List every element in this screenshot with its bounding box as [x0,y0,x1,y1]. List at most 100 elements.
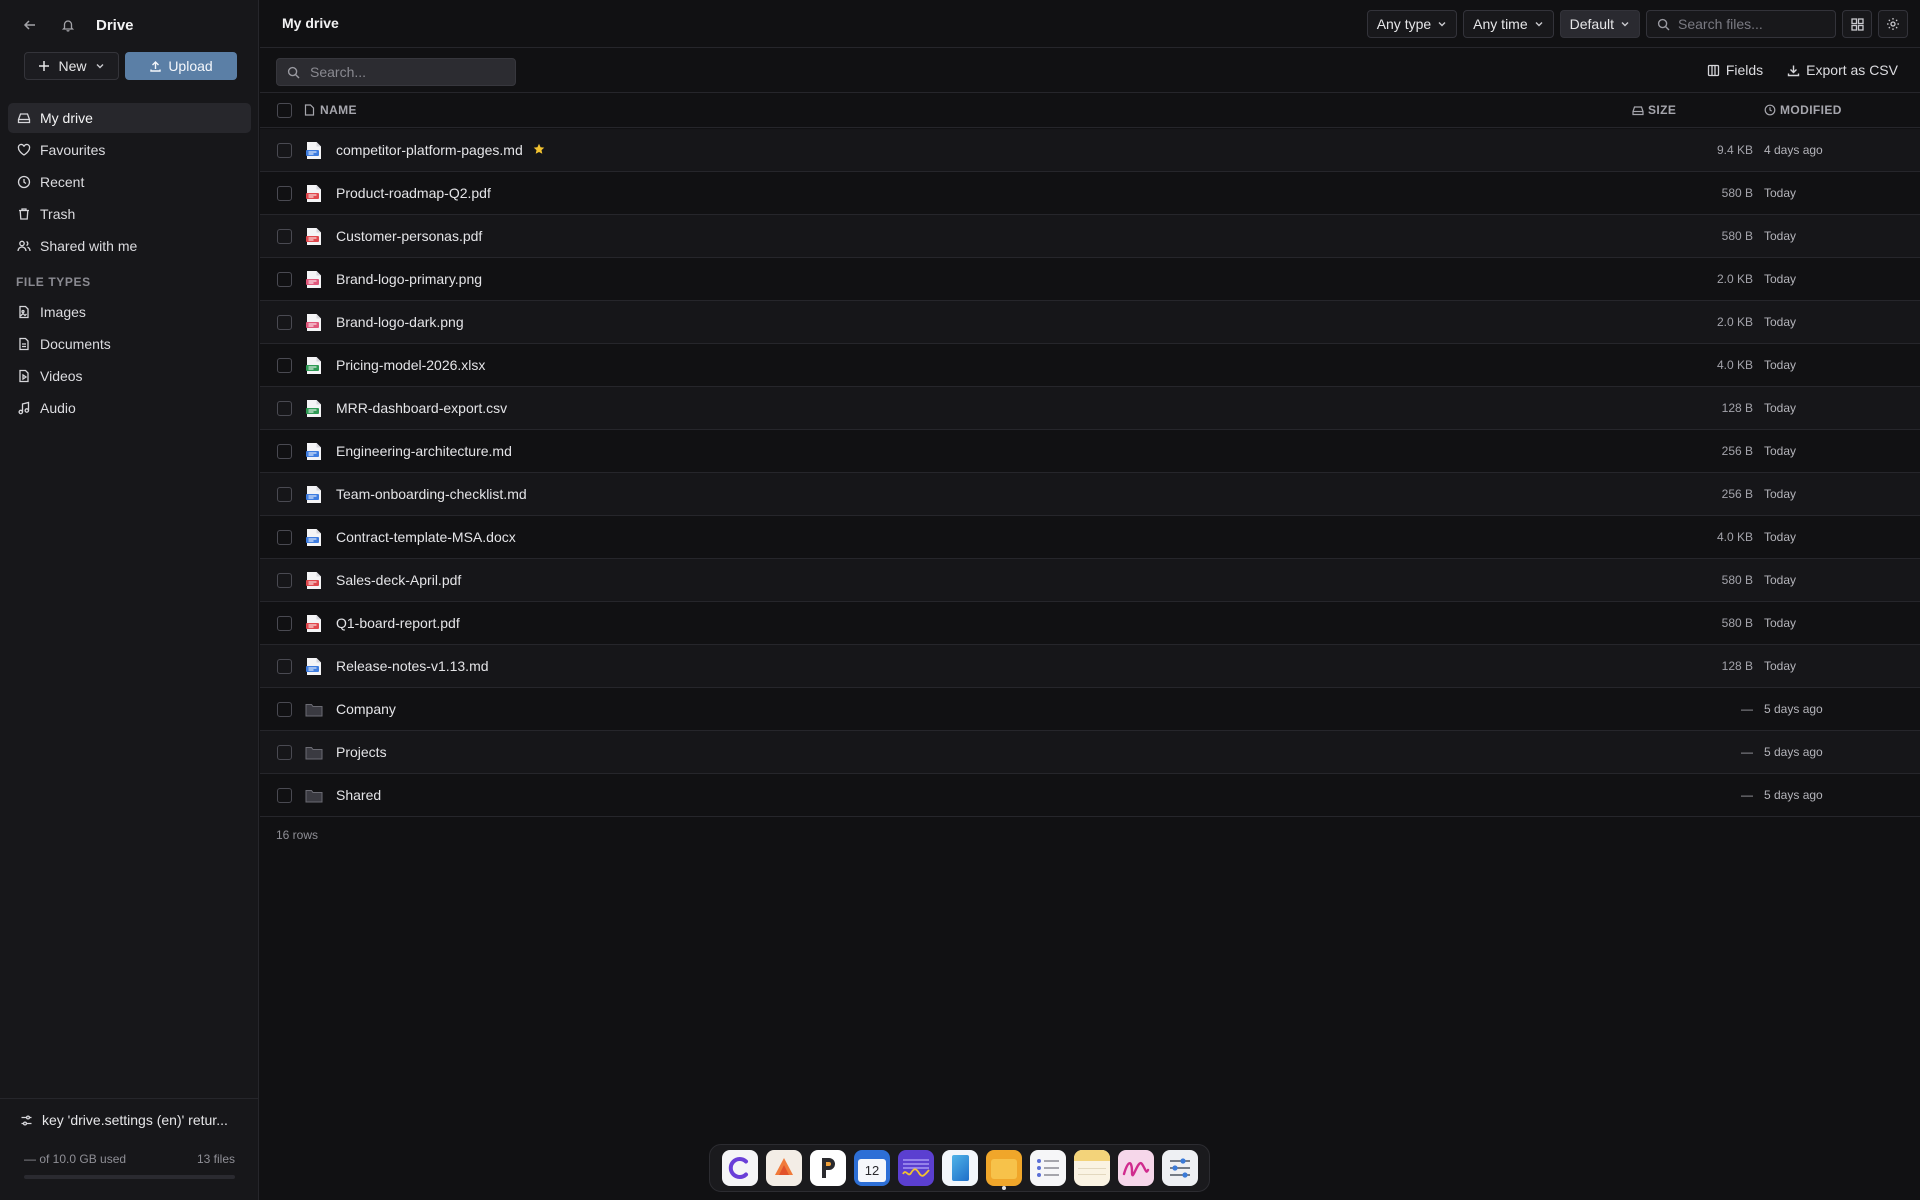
shapes-app-icon[interactable] [766,1150,802,1186]
file-name[interactable]: Team-onboarding-checklist.md [336,486,527,502]
file-name[interactable]: Product-roadmap-Q2.pdf [336,185,491,201]
music-icon [18,401,30,415]
settings-warning[interactable]: key 'drive.settings (en)' retur... [20,1112,245,1128]
column-header-name[interactable]: NAME [304,103,357,117]
row-checkbox[interactable] [277,444,292,459]
file-name[interactable]: Shared [336,787,381,803]
sidebar-item-recent[interactable]: Recent [8,167,251,197]
file-name[interactable]: Pricing-model-2026.xlsx [336,357,485,373]
table-row[interactable]: competitor-platform-pages.md 9.4 KB 4 days… [260,129,1920,172]
sidebar-item-documents[interactable]: Documents [8,329,251,359]
scribble-app-icon[interactable] [1118,1150,1154,1186]
list-app-icon[interactable] [1030,1150,1066,1186]
file-size: — [1741,788,1753,802]
file-name[interactable]: Engineering-architecture.md [336,443,512,459]
grid-view-button[interactable] [1842,10,1872,38]
row-checkbox[interactable] [277,487,292,502]
table-row[interactable]: Product-roadmap-Q2.pdf 580 B Today [260,172,1920,215]
fields-button[interactable]: Fields [1707,62,1763,78]
image-icon [19,305,29,319]
row-checkbox[interactable] [277,186,292,201]
time-filter-dropdown[interactable]: Any time [1463,10,1554,38]
notes-app-icon[interactable] [1074,1150,1110,1186]
c-app-icon[interactable] [722,1150,758,1186]
row-checkbox[interactable] [277,229,292,244]
table-row[interactable]: Release-notes-v1.13.md 128 B Today [260,645,1920,688]
settings-button[interactable] [1878,10,1908,38]
row-checkbox[interactable] [277,788,292,803]
table-row[interactable]: Shared — 5 days ago [260,774,1920,817]
row-count: 16 rows [276,828,319,842]
table-row[interactable]: Brand-logo-dark.png 2.0 KB Today [260,301,1920,344]
folder-app-icon[interactable] [986,1150,1022,1186]
row-checkbox[interactable] [277,659,292,674]
row-checkbox[interactable] [277,315,292,330]
sidebar-item-my-drive[interactable]: My drive [8,103,251,133]
file-name-text: Contract-template-MSA.docx [336,529,516,545]
book-app-icon[interactable] [942,1150,978,1186]
column-header-modified[interactable]: MODIFIED [1764,103,1842,117]
table-row[interactable]: Team-onboarding-checklist.md 256 B Today [260,473,1920,516]
select-all-checkbox[interactable] [277,103,292,118]
calendar-app-icon[interactable]: 12 [854,1150,890,1186]
row-checkbox[interactable] [277,573,292,588]
table-row[interactable]: Brand-logo-primary.png 2.0 KB Today [260,258,1920,301]
file-modified: Today [1764,444,1797,458]
file-name[interactable]: Projects [336,744,387,760]
clock-icon [17,175,31,189]
waveform-app-icon[interactable] [898,1150,934,1186]
file-name[interactable]: MRR-dashboard-export.csv [336,400,507,416]
back-arrow-icon[interactable] [20,15,40,35]
file-name[interactable]: competitor-platform-pages.md [336,142,545,158]
bell-icon[interactable] [58,15,78,35]
file-name[interactable]: Customer-personas.pdf [336,228,482,244]
table-row[interactable]: Company — 5 days ago [260,688,1920,731]
sidebar-item-favourites[interactable]: Favourites [8,135,251,165]
sidebar-item-audio[interactable]: Audio [8,393,251,423]
file-search-input[interactable]: Search files... [1646,10,1836,38]
row-checkbox[interactable] [277,401,292,416]
row-checkbox[interactable] [277,530,292,545]
export-csv-button[interactable]: Export as CSV [1787,62,1898,78]
table-row[interactable]: Engineering-architecture.md 256 B Today [260,430,1920,473]
file-name[interactable]: Release-notes-v1.13.md [336,658,489,674]
row-checkbox[interactable] [277,358,292,373]
file-name[interactable]: Company [336,701,396,717]
sidebar-item-shared-with-me[interactable]: Shared with me [8,231,251,261]
settings-app-icon[interactable] [1162,1150,1198,1186]
table-row[interactable]: Pricing-model-2026.xlsx 4.0 KB Today [260,344,1920,387]
sidebar-item-label: Trash [40,206,76,222]
sidebar-item-trash[interactable]: Trash [8,199,251,229]
upload-button[interactable]: Upload [125,52,237,80]
sidebar-item-videos[interactable]: Videos [8,361,251,391]
sidebar-item-images[interactable]: Images [8,297,251,327]
table-row[interactable]: MRR-dashboard-export.csv 128 B Today [260,387,1920,430]
heart-icon [17,143,31,156]
file-name-text: Engineering-architecture.md [336,443,512,459]
file-name[interactable]: Brand-logo-primary.png [336,271,482,287]
row-checkbox[interactable] [277,616,292,631]
p-app-icon[interactable] [810,1150,846,1186]
file-name[interactable]: Contract-template-MSA.docx [336,529,516,545]
file-name[interactable]: Sales-deck-April.pdf [336,572,461,588]
row-checkbox[interactable] [277,272,292,287]
file-name[interactable]: Brand-logo-dark.png [336,314,464,330]
table-row[interactable]: Customer-personas.pdf 580 B Today [260,215,1920,258]
row-checkbox[interactable] [277,143,292,158]
table-search-input[interactable]: Search... [276,58,516,86]
new-button[interactable]: New [24,52,119,80]
sort-dropdown[interactable]: Default [1559,10,1640,38]
plus-icon [39,61,50,71]
type-filter-dropdown[interactable]: Any type [1366,10,1458,38]
column-header-size[interactable]: SIZE [1632,103,1676,117]
table-row[interactable]: Q1-board-report.pdf 580 B Today [260,602,1920,645]
file-name-text: Shared [336,787,382,803]
row-checkbox[interactable] [277,745,292,760]
table-row[interactable]: Contract-template-MSA.docx 4.0 KB Today [260,516,1920,559]
table-row[interactable]: Sales-deck-April.pdf 580 B Today [260,559,1920,602]
table-row[interactable]: Projects — 5 days ago [260,731,1920,774]
file-name[interactable]: Q1-board-report.pdf [336,615,460,631]
row-checkbox[interactable] [277,702,292,717]
star-icon[interactable] [533,142,545,158]
column-header-label: SIZE [1648,103,1677,117]
